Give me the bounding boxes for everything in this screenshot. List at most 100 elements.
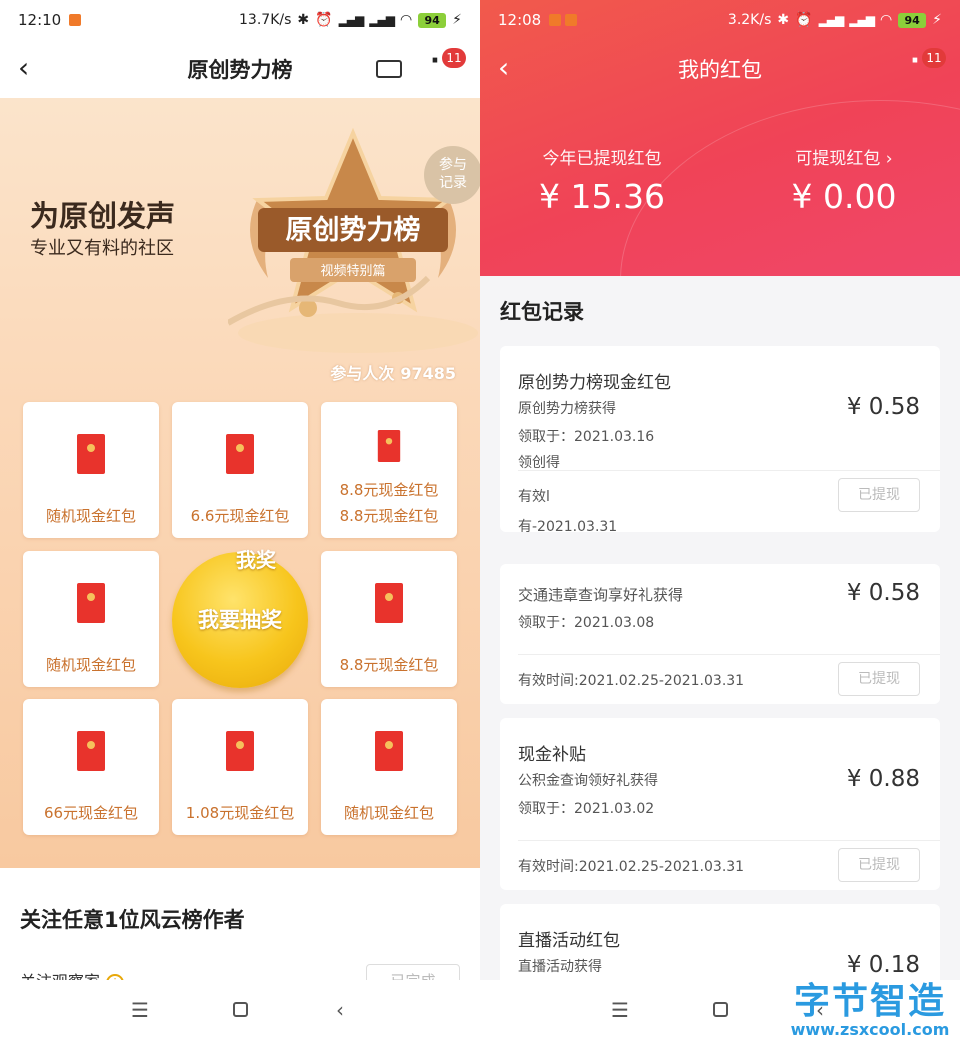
wifi-icon: ◠: [879, 12, 893, 28]
withdrawn-button[interactable]: 已提现: [838, 848, 920, 882]
record-date: 领取于：2021.03.02: [518, 801, 655, 817]
record-card: 原创势力榜现金红包 原创势力榜获得 领取于：2021.03.16 领创得 ¥ 0…: [500, 346, 940, 535]
withdrawn-label: 今年已提现红包: [542, 149, 662, 169]
prize-label: 随机现金红包: [343, 804, 434, 822]
available-label[interactable]: 可提现红包 ›: [744, 144, 944, 169]
my-red-envelopes-screen: 12:08 3.2K/s ✱ ⏰ ▂▄▆ ▂▄▆ ◠ 94 ⚡ ‹ 我的红包 ·…: [480, 0, 960, 1040]
record-amount: ¥ 0.88: [846, 766, 920, 792]
notification-badge: 11: [442, 48, 466, 68]
home-button[interactable]: [220, 998, 260, 1022]
record-source: 原创势力榜获得: [518, 401, 616, 417]
participant-count: 参与人次 97485: [330, 360, 456, 384]
prize-label-secondary: 8.8元现金红包: [339, 507, 439, 525]
red-envelope-icon: [375, 731, 403, 771]
menu-icon[interactable]: ☰: [120, 998, 160, 1022]
lucky-draw-button[interactable]: 我奖 我要抽奖: [172, 548, 308, 688]
banner-sub-slogan: 专业又有料的社区: [30, 238, 174, 259]
prize-label: 8.8元现金红包: [339, 656, 439, 674]
prize-card: 8.8元现金红包: [321, 551, 457, 687]
notification-icon: [549, 14, 562, 26]
participant-value: 97485: [400, 364, 456, 383]
record-source: 公积金查询领好礼获得: [518, 773, 658, 789]
withdrawn-button[interactable]: 已提现: [838, 478, 920, 512]
record-divider: [518, 470, 940, 471]
red-envelope-icon: [77, 583, 105, 623]
status-bar: 12:08 3.2K/s ✱ ⏰ ▂▄▆ ▂▄▆ ◠ 94 ⚡: [480, 0, 960, 40]
prize-card: 1.08元现金红包: [172, 699, 308, 835]
red-envelope-icon: [77, 434, 105, 474]
record-valid: 有效l: [518, 489, 550, 505]
record-button-line1: 参与: [439, 157, 467, 173]
record-valid: 有效时间:2021.02.25-2021.03.31: [518, 859, 745, 875]
prize-card: 6.6元现金红包: [172, 402, 308, 538]
record-name: 直播活动红包: [518, 931, 620, 951]
back-nav-icon[interactable]: ‹: [320, 998, 360, 1022]
red-envelope-icon: [226, 731, 254, 771]
emblem-title: 原创势力榜: [286, 214, 421, 246]
signal-icon: ▂▄▆: [338, 13, 365, 27]
prize-label: 随机现金红包: [45, 656, 136, 674]
participation-record-button[interactable]: 参与 记录: [424, 146, 480, 204]
status-bar: 12:10 13.7K/s ✱ ⏰ ▂▄▆ ▂▄▆ ◠ 94 ⚡: [0, 0, 480, 40]
record-name: 现金补贴: [518, 745, 586, 765]
follow-task-title: 关注任意1位风云榜作者: [20, 908, 245, 932]
red-envelope-icon: [226, 434, 254, 474]
back-icon[interactable]: ‹: [18, 52, 29, 84]
prize-card: 随机现金红包: [23, 551, 159, 687]
withdrawn-stat: 今年已提现红包 ¥ 15.36: [502, 144, 702, 216]
home-icon: [712, 1002, 728, 1017]
prize-label: 8.8元现金红包: [339, 481, 439, 499]
draw-button-label: 我要抽奖: [198, 608, 282, 632]
record-card: 现金补贴 公积金查询领好礼获得 领取于：2021.03.02 ¥ 0.88 有效…: [500, 718, 940, 890]
follow-task-section: 关注任意1位风云榜作者 关注观察家i 已完成: [0, 880, 480, 998]
records-title: 红包记录: [500, 300, 584, 324]
prize-label: 随机现金红包: [45, 507, 136, 525]
home-icon: [232, 1002, 248, 1017]
watermark-url: www.zsxcool.com: [790, 1020, 950, 1039]
top-nav: ‹ 我的红包 ··· 11: [480, 40, 960, 98]
site-watermark: 字节智造 www.zsxcool.com: [780, 972, 960, 1039]
home-button[interactable]: [700, 998, 740, 1022]
signal-icon-2: ▂▄▆: [369, 13, 395, 27]
page-title: 原创势力榜: [187, 58, 293, 82]
red-envelope-icon: [377, 430, 401, 462]
record-name: 原创势力榜现金红包: [518, 373, 671, 393]
signal-icon: ▂▄▆: [818, 13, 845, 27]
record-card: 交通违章查询享好礼获得 领取于：2021.03.08 ¥ 0.58 有效时间:2…: [500, 564, 940, 704]
record-extra-2: 有-2021.03.31: [518, 519, 618, 535]
ticket-icon[interactable]: [376, 60, 402, 78]
record-amount: ¥ 0.58: [846, 394, 920, 420]
notification-badge: 11: [922, 48, 946, 68]
withdrawn-button[interactable]: 已提现: [838, 662, 920, 696]
back-icon[interactable]: ‹: [498, 52, 509, 84]
network-speed: 13.7K/s: [239, 12, 292, 28]
signal-icon-2: ▂▄▆: [849, 13, 875, 27]
prize-card: 随机现金红包: [23, 402, 159, 538]
charging-icon: ⚡: [932, 12, 942, 28]
record-divider: [518, 654, 940, 655]
prize-label: 66元现金红包: [43, 804, 139, 822]
watermark-logo: 字节智造: [793, 981, 946, 1022]
battery-icon: 94: [898, 12, 927, 28]
menu-icon[interactable]: ☰: [600, 998, 640, 1022]
prize-card: 8.8元现金红包 8.8元现金红包: [321, 402, 457, 538]
prize-card: 随机现金红包: [321, 699, 457, 835]
top-nav: ‹ 原创势力榜 ··· 11: [0, 40, 480, 98]
battery-icon: 94: [418, 12, 447, 28]
notification-icon: [69, 14, 82, 26]
alarm-icon: ⏰: [315, 12, 333, 28]
prize-card: 66元现金红包: [23, 699, 159, 835]
prize-label: 6.6元现金红包: [190, 507, 290, 525]
notification-icon-2: [565, 14, 578, 26]
record-date: 领取于：2021.03.08: [518, 615, 655, 631]
system-nav-bar: ☰ ‹: [0, 980, 480, 1040]
record-extra: 领创得: [518, 455, 560, 471]
withdrawn-value: ¥ 15.36: [539, 177, 665, 216]
record-source: 交通违章查询享好礼获得: [518, 586, 684, 604]
network-speed: 3.2K/s: [727, 12, 772, 28]
record-divider: [518, 840, 940, 841]
available-stat[interactable]: 可提现红包 › ¥ 0.00: [744, 144, 944, 216]
record-source: 直播活动获得: [518, 959, 602, 975]
participant-label: 参与人次: [330, 364, 395, 383]
wifi-icon: ◠: [399, 12, 413, 28]
